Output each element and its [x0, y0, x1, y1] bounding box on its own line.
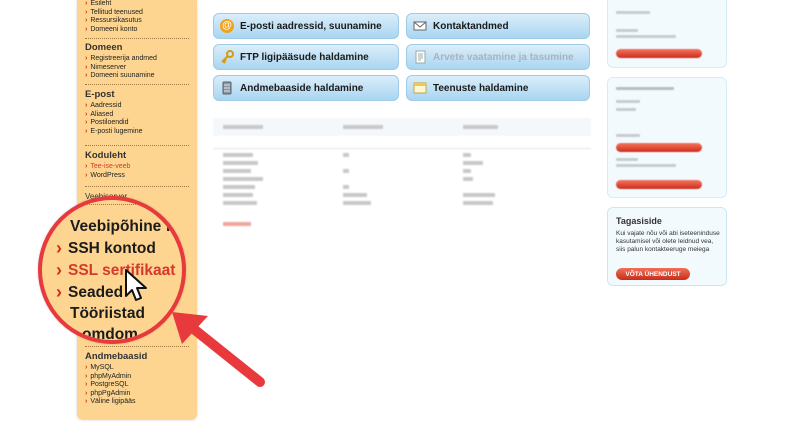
- sidebar-item-e-posti-lugemine[interactable]: E-posti lugemine: [85, 128, 189, 137]
- magnifier-lens: Veebipõhine f SSH kontod SSL sertifikaat…: [38, 196, 186, 344]
- lens-divider: [42, 204, 182, 208]
- table-cell: [223, 193, 253, 197]
- mouse-pointer-icon: [125, 269, 147, 301]
- table-cell: [223, 185, 255, 189]
- blurred-text: [616, 100, 640, 103]
- table-cell: [463, 177, 473, 181]
- table-cell: [343, 169, 349, 173]
- ftp-access-button[interactable]: FTP ligipääsude haldamine: [213, 44, 399, 70]
- document-icon: [413, 50, 427, 64]
- blurred-text: [616, 158, 638, 161]
- annotation-arrow-icon: [172, 312, 265, 387]
- sidebar-item-aadressid[interactable]: Aadressid: [85, 102, 189, 111]
- table-cell: [223, 169, 251, 173]
- feedback-box: Tagasiside Kui vajate nõu või abi isetee…: [607, 207, 727, 286]
- lens-item-ssh-kontod[interactable]: SSH kontod: [56, 238, 156, 259]
- sidebar-divider: [85, 38, 189, 39]
- contact-box: [607, 0, 727, 68]
- table-row: [213, 148, 591, 149]
- sidebar-group-title: Domeen: [85, 42, 123, 53]
- database-icon: [220, 81, 234, 95]
- table-link[interactable]: [223, 222, 251, 226]
- contact-us-button[interactable]: VÕTA ÜHENDUST: [616, 268, 690, 280]
- lens-item-seaded[interactable]: Seaded: [56, 282, 123, 303]
- feedback-text: Kui vajate nõu või abi iseteeninduse kas…: [616, 230, 720, 253]
- table-cell: [463, 125, 498, 129]
- sidebar-item-valine-ligipaas[interactable]: Väline ligipääs: [85, 398, 189, 407]
- email-at-icon: @: [220, 19, 234, 33]
- blurred-text: [616, 87, 674, 90]
- table-cell: [343, 193, 367, 197]
- button-label: Andmebaaside haldamine: [240, 82, 364, 94]
- blurred-text: [616, 164, 676, 167]
- sidebar-group-e-post: E-post Aadressid Aliased Postiloendid E-…: [85, 89, 189, 136]
- lens-item-veebipohine[interactable]: Veebipõhine f: [70, 218, 171, 236]
- table-cell: [463, 201, 493, 205]
- button-label: FTP ligipääsude haldamine: [240, 51, 369, 63]
- registrar-box: [607, 77, 727, 198]
- window-icon: [413, 81, 427, 95]
- registrar-button[interactable]: [616, 180, 702, 189]
- sidebar-item-registreerija-andmed[interactable]: Registreerija andmed: [85, 55, 189, 64]
- table-cell: [223, 177, 263, 181]
- lens-item-ssl-sertifikaat[interactable]: SSL sertifikaat: [56, 260, 175, 281]
- registrar-button[interactable]: [616, 143, 702, 152]
- sidebar-item-esileht[interactable]: Esileht: [85, 0, 189, 9]
- invoices-button[interactable]: Arvete vaatamine ja tasumine: [406, 44, 590, 70]
- table-cell: [463, 169, 471, 173]
- blurred-text: [616, 35, 676, 38]
- sidebar-group-koduleht: Koduleht Tee-ise-veeb WordPress: [85, 150, 189, 180]
- lens-item-tooriistad[interactable]: Tööriistad: [70, 305, 145, 323]
- sidebar-divider: [85, 186, 189, 187]
- table-cell: [223, 125, 263, 129]
- table-cell: [343, 201, 371, 205]
- table-cell: [343, 185, 349, 189]
- button-label: Teenuste haldamine: [433, 82, 529, 94]
- table-cell: [223, 201, 257, 205]
- table-cell: [223, 161, 258, 165]
- button-label: E-posti aadressid, suunamine: [240, 20, 382, 32]
- feedback-title: Tagasiside: [616, 216, 662, 226]
- sidebar-item-wordpress[interactable]: WordPress: [85, 172, 189, 181]
- sidebar-item-domeeni-konto[interactable]: Domeeni konto: [85, 26, 189, 35]
- sidebar-item-ressursikasutus[interactable]: Ressursikasutus: [85, 17, 189, 26]
- databases-button[interactable]: Andmebaaside haldamine: [213, 75, 399, 101]
- table-cell: [463, 193, 495, 197]
- sidebar-item-domeeni-suunamine[interactable]: Domeeni suunamine: [85, 72, 189, 81]
- blurred-text: [616, 108, 636, 111]
- envelope-icon: [413, 19, 427, 33]
- email-addresses-button[interactable]: @ E-posti aadressid, suunamine: [213, 13, 399, 39]
- button-label: Arvete vaatamine ja tasumine: [433, 51, 574, 63]
- table-cell: [463, 161, 483, 165]
- blurred-text: [616, 134, 640, 137]
- sidebar-divider: [85, 145, 189, 146]
- sidebar-item-postiloendid[interactable]: Postiloendid: [85, 119, 189, 128]
- blurred-text: [616, 11, 650, 14]
- sidebar-top-group: Esileht Tellitud teenused Ressursikasutu…: [85, 0, 189, 34]
- sidebar-group-title: E-post: [85, 89, 115, 100]
- screenshot-stage: Esileht Tellitud teenused Ressursikasutu…: [0, 0, 800, 433]
- table-cell: [343, 153, 349, 157]
- button-label: Kontaktandmed: [433, 20, 509, 32]
- key-icon: [220, 50, 234, 64]
- contact-button[interactable]: [616, 49, 702, 58]
- services-table: [213, 118, 591, 226]
- sidebar-item-tee-ise-veeb[interactable]: Tee-ise-veeb: [85, 163, 189, 172]
- sidebar-group-title: Koduleht: [85, 150, 127, 161]
- sidebar-item-phppgadmin[interactable]: phpPgAdmin: [85, 390, 189, 399]
- table-cell: [223, 153, 253, 157]
- sidebar-item-aliased[interactable]: Aliased: [85, 111, 189, 120]
- table-cell: [463, 153, 471, 157]
- table-header: [213, 118, 591, 136]
- sidebar-group-domeen: Domeen Registreerija andmed Nimeserver D…: [85, 42, 189, 81]
- sidebar-item-nimeserver[interactable]: Nimeserver: [85, 64, 189, 73]
- services-button[interactable]: Teenuste haldamine: [406, 75, 590, 101]
- blurred-text: [616, 29, 638, 32]
- table-cell: [343, 125, 383, 129]
- sidebar-item-tellitud-teenused[interactable]: Tellitud teenused: [85, 9, 189, 18]
- sidebar-divider: [85, 84, 189, 85]
- contact-data-button[interactable]: Kontaktandmed: [406, 13, 590, 39]
